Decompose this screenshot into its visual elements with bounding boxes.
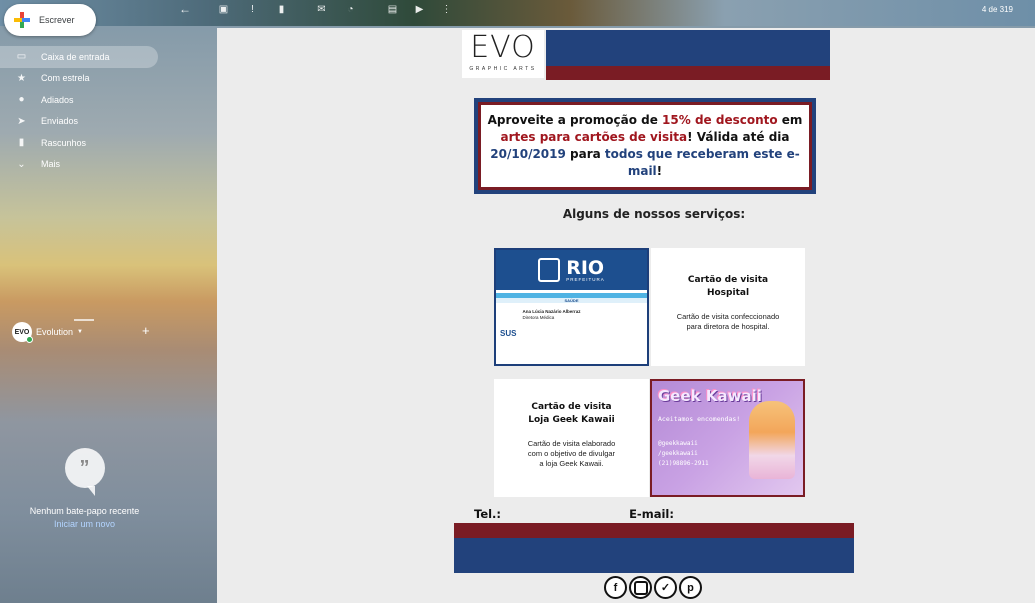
sidebar-item-sent[interactable]: ➤ Enviados <box>0 111 158 133</box>
sidebar-item-label: Mais <box>41 159 61 170</box>
sidebar-item-starred[interactable]: ★ Com estrela <box>0 68 158 90</box>
promo-part: ! Válida até dia <box>687 130 790 144</box>
card-title-line: Hospital <box>706 288 750 298</box>
hangouts-account[interactable]: EVO Evolution ▼ <box>12 322 83 343</box>
card-title: Cartão de visita Loja Geek Kawaii <box>494 401 649 427</box>
card-title-line: Cartão de visita <box>531 402 612 412</box>
sidebar-item-drafts[interactable]: ▮ Rascunhos <box>0 132 158 154</box>
promo-part: Aproveite a promoção de <box>487 113 663 127</box>
delete-icon[interactable]: ▮ <box>276 4 287 15</box>
promo-part: para <box>565 147 605 161</box>
move-to-icon[interactable]: ▤ <box>387 4 398 15</box>
inbox-icon: ▭ <box>16 51 27 63</box>
chat-empty-text: Nenhum bate-papo recente <box>29 506 140 516</box>
promo-part: ! <box>656 164 663 178</box>
sidebar-item-snoozed[interactable]: ● Adiados <box>0 89 158 111</box>
draft-icon: ▮ <box>18 137 25 149</box>
rio-brand: RIO <box>566 256 605 279</box>
back-arrow-icon[interactable]: ← <box>179 3 191 15</box>
online-status-dot <box>26 336 33 343</box>
snooze-icon[interactable]: ◔ <box>345 4 356 15</box>
sidebar-item-label: Caixa de entrada <box>41 51 110 62</box>
footer-blue-band <box>454 538 854 573</box>
card-description: Cartão de visita confeccionado para dire… <box>676 312 780 331</box>
start-chat-link[interactable]: Iniciar um novo <box>0 519 169 529</box>
sidebar-item-more[interactable]: ⌄ Mais <box>0 154 158 176</box>
divider <box>74 319 94 321</box>
logo-sub-text: GRAPHIC ARTS <box>469 66 537 72</box>
geek-kawaii-card-image: Geek Kawaii Aceitamos encomendas! @geekk… <box>650 379 805 497</box>
sidebar-item-inbox[interactable]: ▭ Caixa de entrada <box>0 46 158 68</box>
message-toolbar: ← ▣ ! ▮ ✉ ◔ ▤ ▶ ⋮ 4 de 319 <box>169 0 1035 20</box>
sidebar-item-label: Com estrela <box>41 73 90 84</box>
sus-logo: SUS <box>500 329 517 338</box>
sidebar-item-label: Enviados <box>41 116 79 127</box>
twitter-icon[interactable]: ✓ <box>654 576 677 599</box>
card-description: Cartão de visita elaborado com o objetiv… <box>527 439 616 468</box>
label-icon[interactable]: ▶ <box>414 4 425 15</box>
sidebar: Escrever ▭ Caixa de entrada ★ Com estrel… <box>0 0 169 603</box>
header-red-band <box>546 66 830 80</box>
send-icon: ➤ <box>17 115 26 127</box>
facebook-icon[interactable]: f <box>604 576 627 599</box>
promo-banner: Aproveite a promoção de 15% de desconto … <box>474 98 816 194</box>
sidebar-nav: ▭ Caixa de entrada ★ Com estrela ● Adiad… <box>0 46 158 175</box>
star-icon: ★ <box>17 72 26 84</box>
logo-main-text: EVO <box>470 30 536 65</box>
instagram-icon[interactable] <box>629 576 652 599</box>
avatar: EVO <box>12 322 33 343</box>
card-title: Cartão de visita Hospital <box>651 274 805 300</box>
chat-bubble-icon: ” <box>64 448 105 496</box>
sidebar-item-label: Rascunhos <box>41 137 87 148</box>
rio-sub: PREFEITURA <box>566 276 605 282</box>
card-person-role: Diretora Médica <box>522 315 555 320</box>
rio-business-card-image: RIO PREFEITURA SAÚDE SUS Ana Lúcia Nazár… <box>494 248 649 366</box>
clock-icon: ● <box>18 94 25 106</box>
card-title-line: Cartão de visita <box>687 275 769 285</box>
message-view: EVO GRAPHIC ARTS Aproveite a promoção de… <box>217 28 1035 603</box>
anime-character-illustration <box>749 401 795 479</box>
rio-crest-icon <box>538 258 561 282</box>
avatar-text: EVO <box>14 328 30 336</box>
sidebar-item-label: Adiados <box>41 94 74 105</box>
compose-button[interactable]: Escrever <box>4 4 96 36</box>
chevron-down-icon: ▼ <box>77 329 83 335</box>
social-links: f ✓ p <box>604 576 702 599</box>
promo-date: 20/10/2019 <box>490 147 566 161</box>
report-spam-icon[interactable]: ! <box>247 4 258 15</box>
pinterest-icon[interactable]: p <box>679 576 702 599</box>
footer-red-band <box>454 523 854 538</box>
card-title-line: Loja Geek Kawaii <box>528 415 615 425</box>
evo-logo: EVO GRAPHIC ARTS <box>462 30 544 78</box>
promo-text: Aproveite a promoção de 15% de desconto … <box>478 102 812 190</box>
promo-highlight: artes para cartões de visita <box>500 130 688 144</box>
promo-part: em <box>777 113 803 127</box>
chevron-down-icon: ⌄ <box>17 158 26 170</box>
promo-highlight: todos que receberam este e-mail <box>604 147 800 178</box>
header-blue-band <box>546 30 830 66</box>
hospital-card-caption: Cartão de visita Hospital Cartão de visi… <box>651 248 805 366</box>
add-chat-icon[interactable]: + <box>142 323 150 338</box>
archive-icon[interactable]: ▣ <box>218 4 229 15</box>
message-counter: 4 de 319 <box>981 5 1013 14</box>
account-name: Evolution <box>36 327 74 337</box>
chat-panel: ” Nenhum bate-papo recente Iniciar um no… <box>0 448 169 529</box>
plus-icon <box>14 12 30 28</box>
compose-label: Escrever <box>39 15 75 25</box>
email-body: EVO GRAPHIC ARTS Aproveite a promoção de… <box>454 28 854 603</box>
promo-highlight: 15% de desconto <box>662 113 778 127</box>
more-options-icon[interactable]: ⋮ <box>441 4 452 15</box>
geek-card-caption: Cartão de visita Loja Geek Kawaii Cartão… <box>494 379 649 497</box>
mark-unread-icon[interactable]: ✉ <box>316 4 327 15</box>
services-title: Alguns de nossos serviços: <box>562 207 746 221</box>
